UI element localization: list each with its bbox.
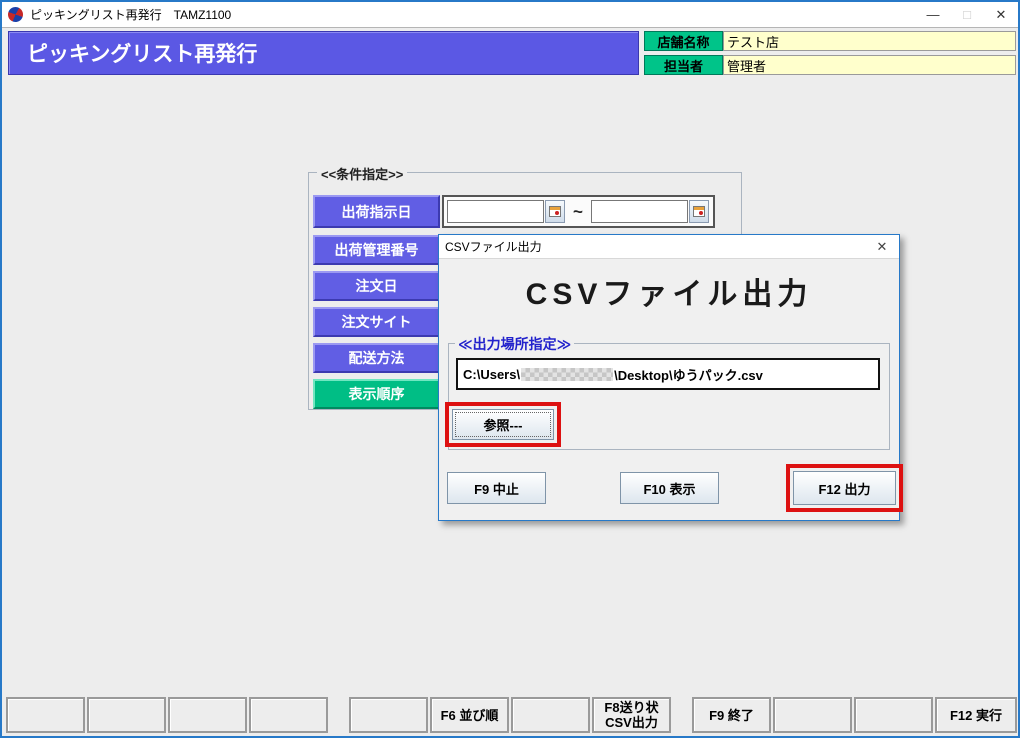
range-separator: ~	[573, 201, 583, 221]
highlight-box-output: F12 出力	[786, 464, 903, 512]
output-path-field[interactable]: C:\Users\ \Desktop\ゆうパック.csv	[456, 358, 880, 390]
fkey-f9-exit-button[interactable]: F9 終了	[692, 697, 771, 733]
f12-output-button[interactable]: F12 出力	[793, 471, 896, 505]
censored-username	[521, 367, 614, 381]
app-window: ピッキングリスト再発行 TAMZ1100 — □ ✕ ピッキングリスト再発行 店…	[0, 0, 1020, 738]
ship-date-label: 出荷指示日	[313, 195, 440, 228]
ship-date-range: ~	[442, 195, 715, 228]
f9-cancel-button[interactable]: F9 中止	[447, 472, 546, 504]
fkey-f1	[6, 697, 85, 733]
manager-label: 担当者	[644, 55, 723, 75]
fkey-f11	[854, 697, 933, 733]
window-title: ピッキングリスト再発行 TAMZ1100	[30, 8, 232, 22]
calendar-icon	[693, 206, 705, 217]
path-suffix: \Desktop\ゆうパック.csv	[614, 367, 763, 383]
fkey-f4	[249, 697, 328, 733]
ship-date-from-input[interactable]	[447, 200, 544, 223]
ship-number-label: 出荷管理番号	[313, 235, 440, 265]
browse-button[interactable]: 参照---	[452, 409, 554, 440]
dialog-titlebar: CSVファイル出力 ✕	[439, 235, 899, 259]
window-controls: — □ ✕	[916, 2, 1018, 27]
order-date-label: 注文日	[313, 271, 440, 301]
output-location-legend: ≪出力場所指定≫	[455, 334, 575, 354]
dialog-close-icon[interactable]: ✕	[871, 239, 893, 255]
calendar-to-button[interactable]	[689, 200, 709, 223]
maximize-icon: □	[963, 7, 971, 22]
close-icon[interactable]: ✕	[984, 2, 1018, 27]
dialog-heading: CSVファイル出力	[525, 278, 813, 311]
window-titlebar: ピッキングリスト再発行 TAMZ1100 — □ ✕	[2, 2, 1018, 28]
csv-output-dialog: CSVファイル出力 ✕ CSVファイル出力 ≪出力場所指定≫ C:\Users\…	[438, 234, 903, 521]
fkey-f6-sort-button[interactable]: F6 並び順	[430, 697, 509, 733]
fkey-f5	[349, 697, 428, 733]
fkey-f10	[773, 697, 852, 733]
store-name-label: 店舗名称	[644, 31, 723, 51]
order-site-label: 注文サイト	[313, 307, 440, 337]
f10-show-button[interactable]: F10 表示	[620, 472, 719, 504]
ship-date-to-input[interactable]	[591, 200, 688, 223]
path-prefix: C:\Users\	[463, 366, 521, 382]
minimize-icon[interactable]: —	[916, 2, 950, 27]
app-icon	[5, 4, 26, 25]
page-title: ピッキングリスト再発行	[8, 31, 639, 75]
store-name-value: テスト店	[723, 31, 1016, 51]
fkey-f3	[168, 697, 247, 733]
fkey-f7	[511, 697, 590, 733]
delivery-method-label: 配送方法	[313, 343, 440, 373]
fkey-f2	[87, 697, 166, 733]
display-order-label: 表示順序	[313, 379, 440, 409]
fkey-f12-execute-button[interactable]: F12 実行	[935, 697, 1017, 733]
highlight-box-browse: 参照---	[445, 402, 561, 447]
manager-value: 管理者	[723, 55, 1016, 75]
function-key-bar: F6 並び順 F8送り状 CSV出力 F9 終了 F12 実行	[6, 697, 1018, 733]
calendar-icon	[549, 206, 561, 217]
condition-legend: <<条件指定>>	[317, 164, 408, 183]
calendar-from-button[interactable]	[545, 200, 565, 223]
fkey-f8-invoice-csv-button[interactable]: F8送り状 CSV出力	[592, 697, 671, 733]
dialog-title: CSVファイル出力	[445, 240, 542, 254]
